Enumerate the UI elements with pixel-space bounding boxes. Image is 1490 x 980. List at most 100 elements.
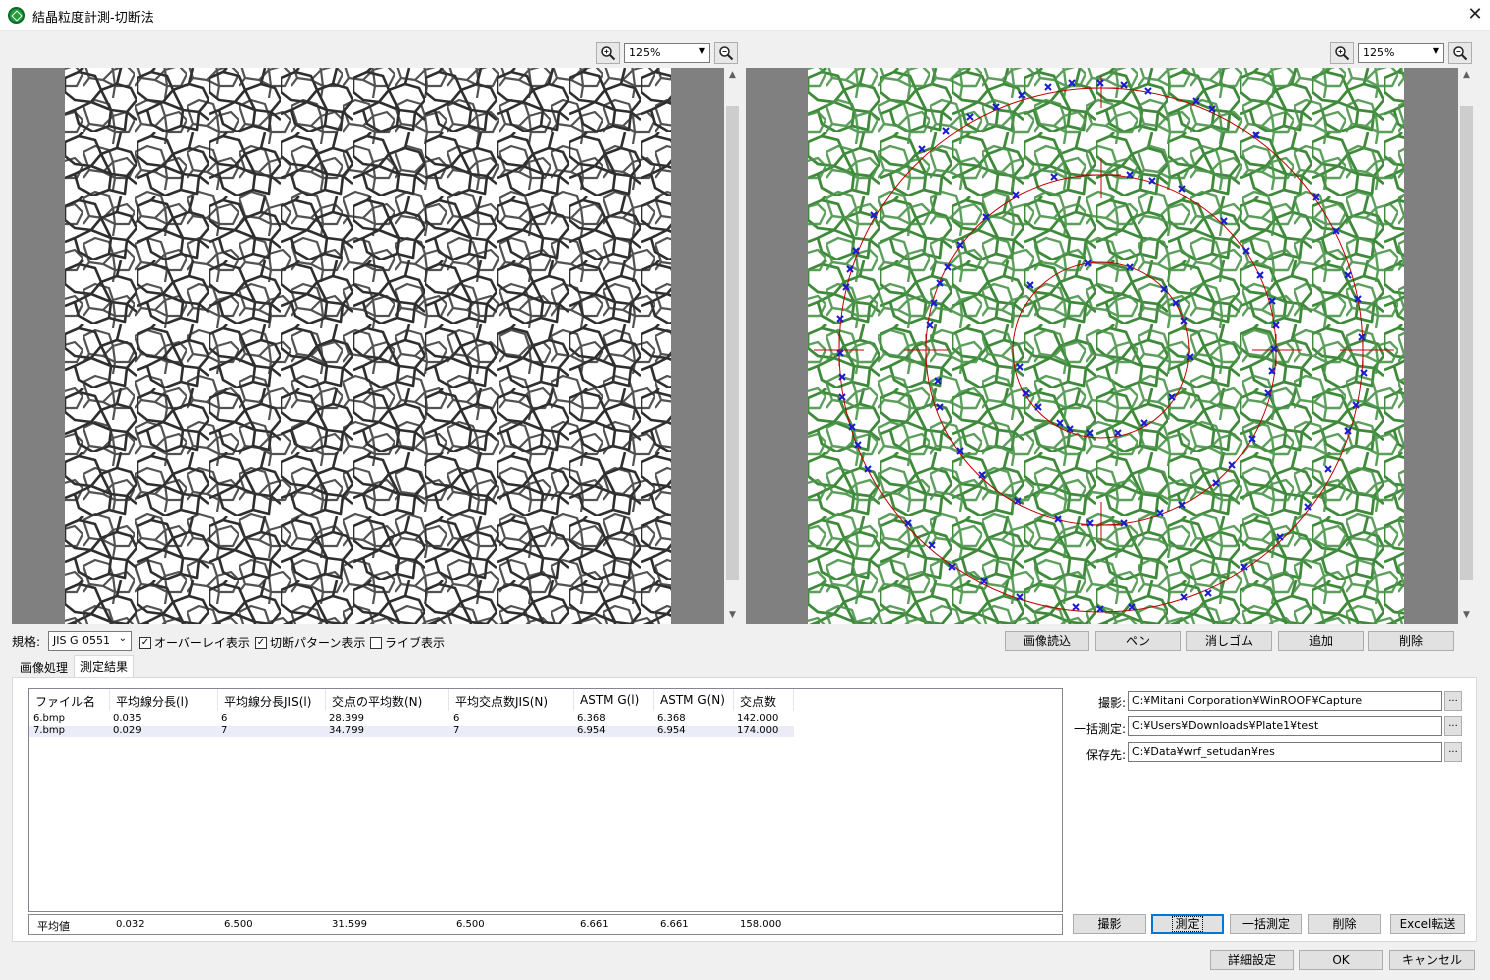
average-cell: 31.599 <box>332 919 367 930</box>
left-zoom-value: 125% <box>629 46 661 59</box>
scroll-up-icon[interactable]: ▲ <box>724 70 741 80</box>
eraser-button[interactable]: 消しゴム <box>1186 631 1272 651</box>
app-icon <box>8 7 25 24</box>
table-cell: 0.029 <box>113 725 142 736</box>
average-row: 平均値 0.032 6.500 31.599 6.500 6.661 6.661… <box>28 914 1063 935</box>
checkmark-icon: ✓ <box>255 636 267 649</box>
load-image-button[interactable]: 画像読込 <box>1005 631 1089 651</box>
table-row[interactable]: 6.bmp 0.035 6 28.399 6 6.368 6.368 142.0… <box>29 713 794 725</box>
column-header[interactable]: ASTM G(N) <box>654 689 734 711</box>
average-cell: 6.661 <box>580 919 609 930</box>
pattern-checkbox[interactable]: ✓ 切断パターン表示 <box>255 634 365 651</box>
tab-results[interactable]: 測定結果 <box>74 655 135 678</box>
left-viewer-margin <box>12 68 65 624</box>
pen-button[interactable]: ペン <box>1095 631 1181 651</box>
table-cell: 6.bmp <box>33 713 65 724</box>
average-cell: 6.500 <box>456 919 485 930</box>
table-cell: 7 <box>453 725 460 736</box>
table-cell: 6.954 <box>577 725 606 736</box>
scroll-thumb[interactable] <box>726 106 739 580</box>
cancel-button[interactable]: キャンセル <box>1389 950 1475 970</box>
column-header[interactable]: 交点数 <box>734 689 794 711</box>
results-table[interactable]: ファイル名 平均線分長(l) 平均線分長JIS(l) 交点の平均数(N) 平均交… <box>28 688 1063 912</box>
column-header[interactable]: 交点の平均数(N) <box>326 689 449 711</box>
column-header[interactable]: ASTM G(l) <box>574 689 654 711</box>
table-cell: 6 <box>453 713 460 724</box>
grain-micrograph <box>65 68 671 624</box>
column-header[interactable]: 平均線分長JIS(l) <box>218 689 326 711</box>
capture-browse-button[interactable]: ... <box>1444 691 1462 711</box>
overlay-image-view[interactable] <box>808 68 1404 624</box>
chevron-down-icon: ▼ <box>1432 46 1439 55</box>
save-path-label: 保存先: <box>1085 748 1126 762</box>
live-checkbox[interactable]: ライブ表示 <box>370 634 445 651</box>
chevron-down-icon: ⌄ <box>118 633 127 644</box>
scroll-thumb[interactable] <box>1460 106 1473 580</box>
average-cell: 6.500 <box>224 919 253 930</box>
save-browse-button[interactable]: ... <box>1444 742 1462 762</box>
right-zoom-select[interactable]: 125% ▼ <box>1358 43 1444 63</box>
table-cell: 28.399 <box>329 713 364 724</box>
live-label: ライブ表示 <box>385 636 446 650</box>
delete-result-button[interactable]: 削除 <box>1308 914 1381 934</box>
table-cell: 6.368 <box>577 713 606 724</box>
batch-measure-button[interactable]: 一括測定 <box>1230 914 1302 934</box>
table-row[interactable]: 7.bmp 0.029 7 34.799 7 6.954 6.954 174.0… <box>29 725 794 737</box>
title-bar <box>0 0 1490 31</box>
overlay-label: オーバーレイ表示 <box>154 636 250 650</box>
column-header[interactable]: ファイル名 <box>29 689 110 711</box>
capture-path-field[interactable]: C:¥Mitani Corporation¥WinROOF¥Capture <box>1128 691 1442 711</box>
scroll-down-icon[interactable]: ▼ <box>724 610 741 620</box>
batch-browse-button[interactable]: ... <box>1444 716 1462 736</box>
scroll-down-icon[interactable]: ▼ <box>1458 610 1475 620</box>
average-label: 平均値 <box>37 920 70 933</box>
table-cell: 174.000 <box>737 725 779 736</box>
ok-button[interactable]: OK <box>1299 950 1383 970</box>
batch-path-label: 一括測定: <box>1073 722 1126 736</box>
excel-export-button[interactable]: Excel転送 <box>1390 914 1465 934</box>
standard-label: 規格: <box>12 635 41 649</box>
original-image-view[interactable] <box>65 68 671 624</box>
average-cell: 6.661 <box>660 919 689 930</box>
pattern-label: 切断パターン表示 <box>270 636 366 650</box>
capture-button[interactable]: 撮影 <box>1073 914 1146 934</box>
tab-image-processing[interactable]: 画像処理 <box>15 657 73 677</box>
overlay-checkbox[interactable]: ✓ オーバーレイ表示 <box>139 634 250 651</box>
right-viewer-margin <box>746 68 808 624</box>
unchecked-box-icon <box>370 636 382 649</box>
zoom-out-icon[interactable] <box>1448 42 1472 64</box>
column-header[interactable]: 平均線分長(l) <box>110 689 218 711</box>
window-title: 結晶粒度計測-切断法 <box>32 11 154 26</box>
right-zoom-value: 125% <box>1363 46 1395 59</box>
checkmark-icon: ✓ <box>139 636 151 649</box>
advanced-settings-button[interactable]: 詳細設定 <box>1210 950 1294 970</box>
scroll-up-icon[interactable]: ▲ <box>1458 70 1475 80</box>
left-viewer-scrollbar[interactable]: ▲ ▼ <box>724 68 741 624</box>
add-button[interactable]: 追加 <box>1278 631 1364 651</box>
left-zoom-select[interactable]: 125% ▼ <box>624 43 710 63</box>
standard-value: JIS G 0551 <box>53 634 110 647</box>
measure-button-label: 測定 <box>1172 916 1203 932</box>
right-viewer-margin <box>1404 68 1458 624</box>
overlay-micrograph <box>808 68 1404 624</box>
delete-edit-button[interactable]: 削除 <box>1368 631 1454 651</box>
table-cell: 34.799 <box>329 725 364 736</box>
table-cell: 6 <box>221 713 228 724</box>
table-cell: 7 <box>221 725 228 736</box>
close-icon[interactable]: ✕ <box>1464 2 1486 28</box>
capture-path-label: 撮影: <box>1097 696 1126 710</box>
table-cell: 7.bmp <box>33 725 65 736</box>
measure-button[interactable]: 測定 <box>1151 914 1224 934</box>
table-cell: 6.368 <box>657 713 686 724</box>
column-header[interactable]: 平均交点数JIS(N) <box>449 689 574 711</box>
zoom-out-icon[interactable] <box>714 42 738 64</box>
right-viewer-scrollbar[interactable]: ▲ ▼ <box>1458 68 1475 624</box>
save-path-field[interactable]: C:¥Data¥wrf_setudan¥res <box>1128 742 1442 762</box>
table-cell: 6.954 <box>657 725 686 736</box>
average-cell: 158.000 <box>740 919 782 930</box>
standard-select[interactable]: JIS G 0551 ⌄ <box>48 631 132 651</box>
zoom-in-icon[interactable] <box>596 42 620 64</box>
table-cell: 142.000 <box>737 713 779 724</box>
zoom-in-icon[interactable] <box>1330 42 1354 64</box>
batch-path-field[interactable]: C:¥Users¥Downloads¥Plate1¥test <box>1128 716 1442 736</box>
